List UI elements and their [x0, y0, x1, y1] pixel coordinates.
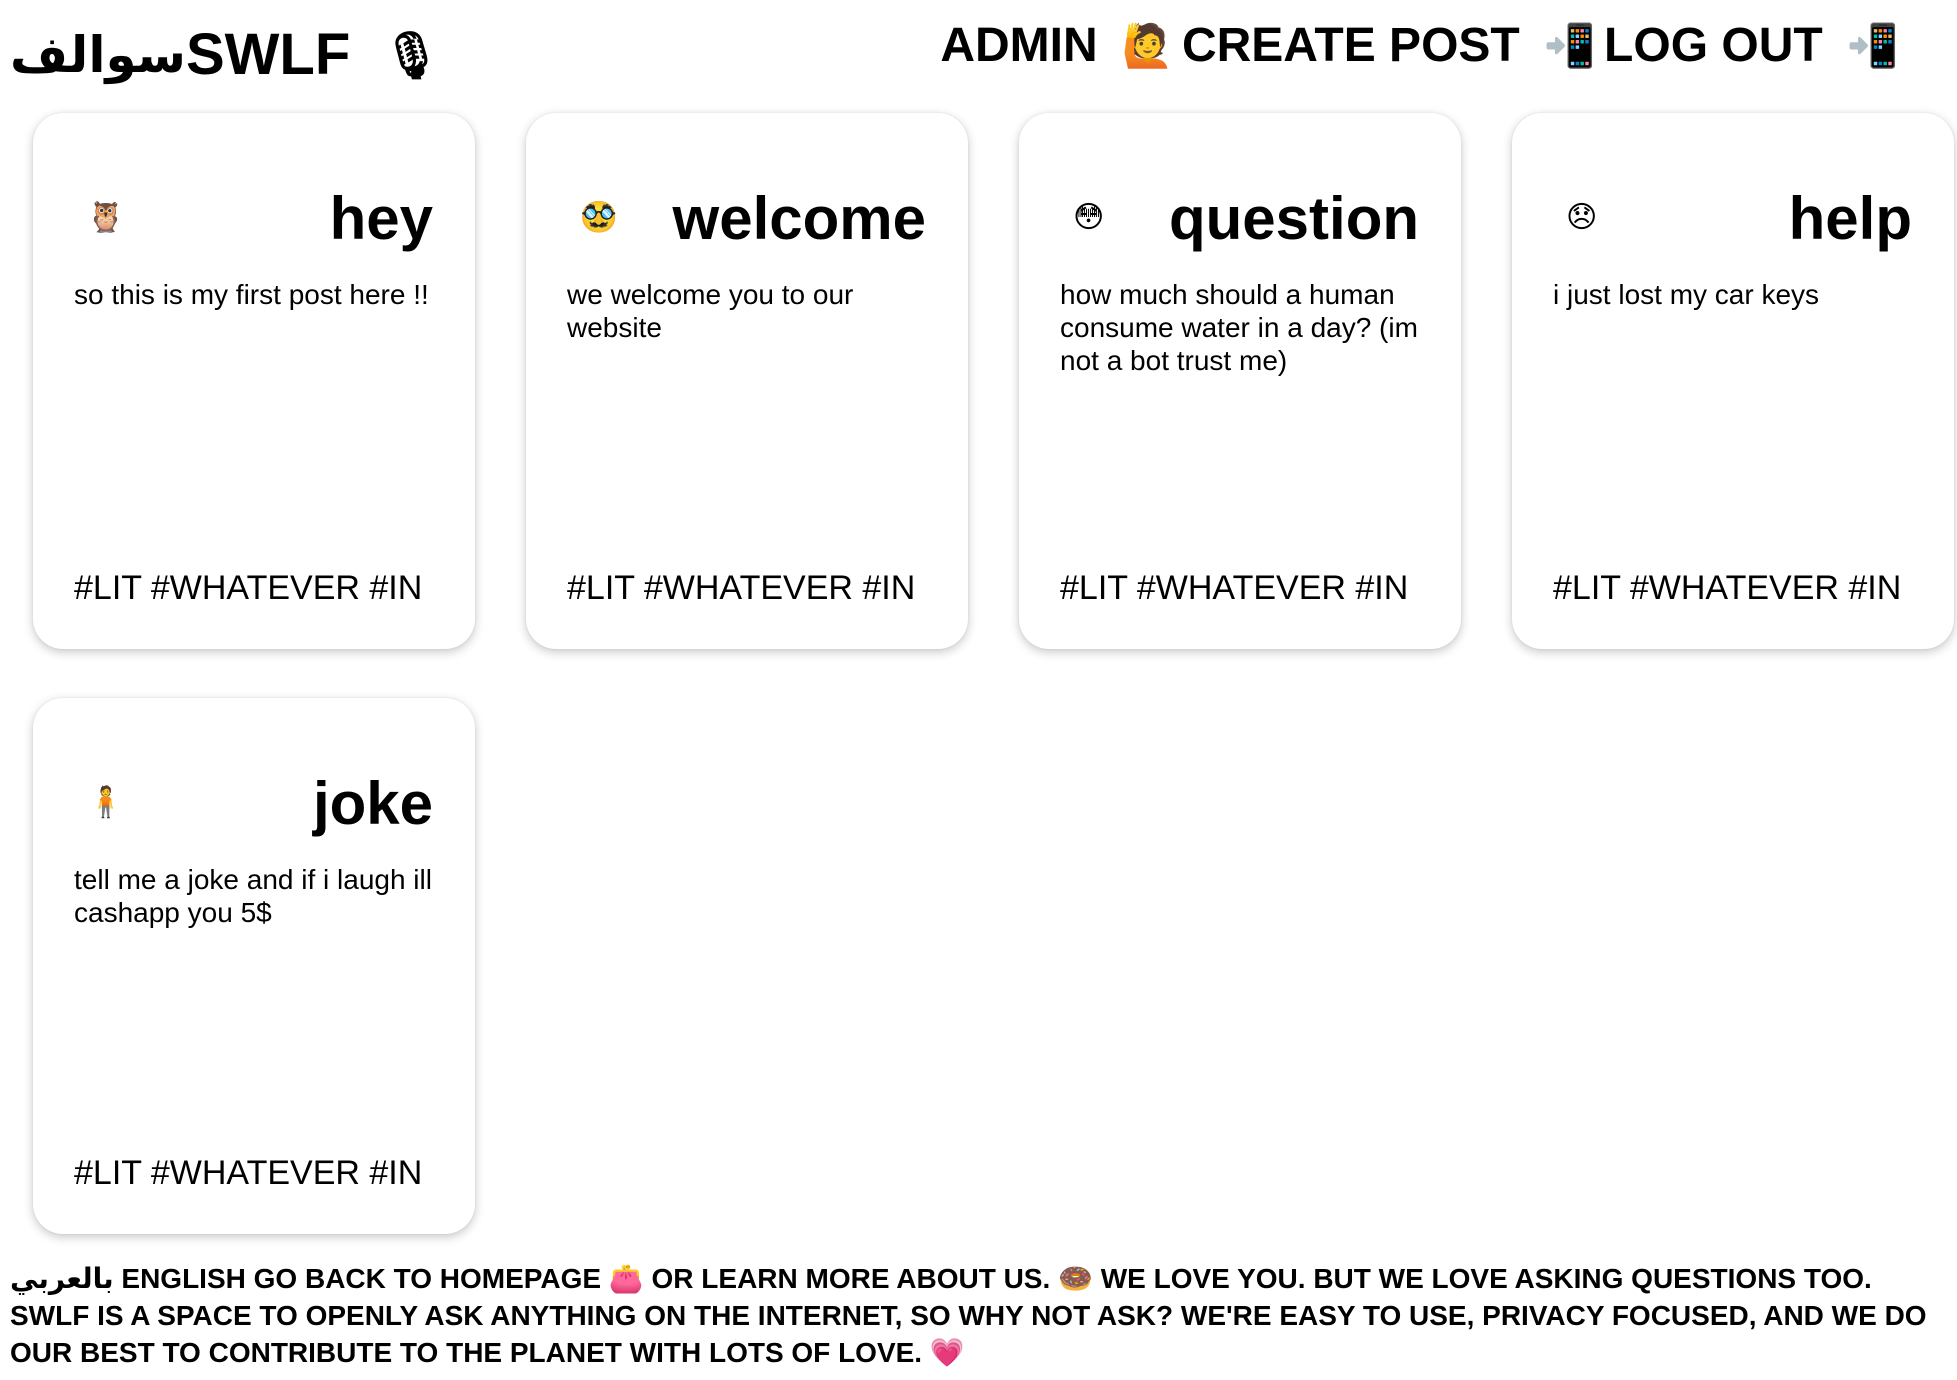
owl-icon: 🦉	[87, 201, 125, 234]
top-nav: ADMIN 🙋 CREATE POST 📲 LOG OUT 📲	[940, 14, 1907, 78]
create-post-link[interactable]: CREATE POST 📲	[1182, 14, 1604, 78]
post-tags: #LIT #WHATEVER #IN	[1553, 569, 1902, 607]
log-out-link[interactable]: LOG OUT 📲	[1604, 14, 1907, 78]
post-card[interactable]: 😞 help i just lost my car keys #LIT #WHA…	[1512, 113, 1954, 649]
raising-hand-icon: 🙋	[1121, 22, 1174, 69]
brand-arabic: سوالف	[10, 26, 186, 84]
page: سوالف SWLF 🎙 ADMIN 🙋 CREATE POST 📲 LOG O…	[0, 0, 1957, 1380]
post-body: i just lost my car keys	[1553, 279, 1820, 310]
disguised-face-icon: 🥸	[580, 201, 618, 234]
standing-person-icon: 🧍	[87, 786, 125, 819]
post-tags: #LIT #WHATEVER #IN	[1060, 569, 1409, 607]
brand-latin: SWLF	[185, 22, 351, 87]
log-out-label: LOG OUT	[1604, 19, 1823, 72]
post-tags: #LIT #WHATEVER #IN	[74, 1154, 423, 1192]
header: سوالف SWLF 🎙 ADMIN 🙋 CREATE POST 📲 LOG O…	[0, 0, 1957, 105]
post-title: help	[1788, 185, 1912, 252]
post-card[interactable]: 🦉 hey so this is my first post here !! #…	[33, 113, 475, 649]
about-link[interactable]: OR LEARN MORE ABOUT US.	[652, 1263, 1051, 1294]
heart-icon: 💗	[929, 1337, 965, 1368]
microphone-icon: 🎙	[382, 29, 441, 81]
post-tags: #LIT #WHATEVER #IN	[567, 569, 916, 607]
admin-label: ADMIN	[940, 19, 1098, 72]
flushed-face-icon: 😳	[1073, 201, 1105, 234]
create-post-label: CREATE POST	[1181, 19, 1520, 72]
post-title: hey	[329, 185, 433, 252]
post-tags: #LIT #WHATEVER #IN	[74, 569, 423, 607]
donut-icon: 🍩	[1058, 1263, 1093, 1294]
brand-logo[interactable]: سوالف SWLF 🎙	[10, 20, 441, 90]
admin-link[interactable]: ADMIN 🙋	[940, 14, 1182, 78]
homepage-link[interactable]: GO BACK TO HOMEPAGE	[254, 1263, 601, 1294]
post-title: joke	[312, 770, 433, 837]
post-card[interactable]: 🧍 joke tell me a joke and if i laugh ill…	[33, 698, 475, 1234]
post-body: how much should a human consume water in…	[1060, 279, 1418, 376]
footer: بالعربي ENGLISH GO BACK TO HOMEPAGE 👛 OR…	[10, 1260, 1940, 1371]
post-card[interactable]: 🥸 welcome we welcome you to our website …	[526, 113, 968, 649]
post-card[interactable]: 😳 question how much should a human consu…	[1019, 113, 1461, 649]
post-body: we welcome you to our website	[567, 279, 854, 343]
mobile-arrow-icon: 📲	[1543, 22, 1597, 69]
disappointed-face-icon: 😞	[1566, 201, 1598, 234]
purse-icon: 👛	[608, 1263, 644, 1294]
mobile-arrow-icon: 📲	[1846, 22, 1899, 69]
post-title: question	[1169, 185, 1419, 252]
post-body: so this is my first post here !!	[74, 279, 429, 310]
post-title: welcome	[672, 185, 926, 252]
post-body: tell me a joke and if i laugh ill cashap…	[74, 864, 432, 928]
arabic-language-link[interactable]: بالعربي	[10, 1262, 114, 1295]
english-language-link[interactable]: ENGLISH	[121, 1263, 245, 1294]
